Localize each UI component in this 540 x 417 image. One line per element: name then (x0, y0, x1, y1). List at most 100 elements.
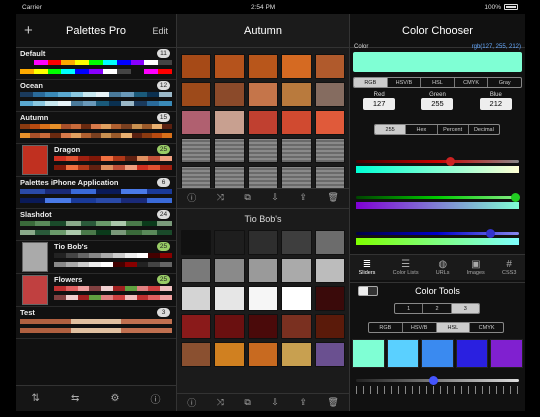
share-icon[interactable]: ⇪ (299, 397, 307, 408)
segment-option[interactable]: Decimal (469, 125, 499, 134)
swatch-count-segment[interactable]: 123 (394, 303, 480, 314)
info-icon[interactable]: ⓘ (187, 191, 196, 204)
palette-row[interactable]: Flowers 25 (16, 274, 176, 307)
tools-toggle[interactable] (358, 285, 378, 296)
autumn-swatch[interactable] (247, 110, 279, 135)
palette-row[interactable]: Default 11 (16, 48, 176, 80)
tool-swatch[interactable] (352, 339, 385, 368)
tiobobs-swatch[interactable] (281, 314, 312, 339)
tiobobs-swatch[interactable] (214, 314, 245, 339)
palette-row[interactable]: Test 3 (16, 307, 176, 339)
segment-option[interactable]: RGB (354, 78, 388, 87)
tiobobs-swatch[interactable] (247, 258, 279, 283)
autumn-swatch[interactable] (281, 82, 312, 107)
tab-urls[interactable]: ◍ URLs (436, 259, 450, 276)
trash-icon[interactable]: 🗑 (327, 397, 338, 408)
segment-option[interactable]: HSV/B (388, 78, 422, 87)
segment-option[interactable]: 255 (375, 125, 407, 134)
autumn-swatch[interactable] (181, 54, 212, 79)
tool-swatch[interactable] (455, 339, 489, 368)
segment-option[interactable]: CMYK (455, 78, 489, 87)
tiobobs-swatch[interactable] (247, 230, 279, 255)
segment-option[interactable]: RGB (369, 323, 403, 332)
red-slider[interactable] (356, 157, 519, 166)
segment-option[interactable]: Hex (406, 125, 438, 134)
segment-option[interactable]: HSV/B (403, 323, 437, 332)
blue-slider-knob[interactable] (486, 229, 496, 238)
green-field[interactable]: 255 (421, 98, 454, 110)
autumn-swatch[interactable] (247, 138, 279, 163)
autumn-swatch[interactable] (214, 110, 245, 135)
value-format-segment[interactable]: 255 Hex Percent Decimal (374, 124, 500, 135)
tiobobs-swatch[interactable] (181, 314, 212, 339)
tiobobs-swatch[interactable] (247, 314, 279, 339)
tiobobs-swatch[interactable] (181, 342, 212, 367)
tools-mode-segment[interactable]: RGB HSV/B HSL CMYK (368, 322, 504, 333)
segment-option[interactable]: Gray (488, 78, 521, 87)
gear-icon[interactable]: ⚙ (110, 393, 119, 404)
autumn-swatch[interactable] (314, 110, 345, 135)
edit-button[interactable]: Edit (152, 26, 168, 36)
tools-slider[interactable] (356, 376, 519, 385)
green-slider[interactable] (356, 193, 520, 202)
shuffle-icon[interactable]: ⤨ (217, 397, 224, 408)
tab-css3[interactable]: # CSS3 (502, 259, 516, 276)
tiobobs-swatch[interactable] (214, 342, 245, 367)
swap-icon[interactable]: ⇆ (71, 393, 79, 404)
tool-swatch[interactable] (490, 339, 523, 368)
red-slider-knob[interactable] (445, 157, 455, 166)
segment-option[interactable]: 3 (451, 304, 479, 313)
sort-icon[interactable]: ⇅ (32, 393, 40, 404)
tiobobs-swatch[interactable] (314, 286, 345, 311)
autumn-swatch[interactable] (314, 54, 345, 79)
color-mode-segment[interactable]: RGB HSV/B HSL CMYK Gray (353, 77, 522, 88)
copy-icon[interactable]: ⧉ (244, 397, 250, 408)
tool-swatch[interactable] (386, 339, 420, 368)
palette-row[interactable]: Autumn 15 (16, 112, 176, 144)
tiobobs-swatch[interactable] (247, 286, 279, 311)
add-button[interactable]: + (24, 22, 33, 39)
autumn-swatch[interactable] (181, 82, 212, 107)
segment-option[interactable]: CMYK (470, 323, 503, 332)
tiobobs-swatch[interactable] (281, 286, 312, 311)
blue-field[interactable]: 212 (479, 98, 512, 110)
autumn-swatch[interactable] (181, 138, 212, 163)
tools-slider-knob[interactable] (429, 376, 439, 385)
palette-row[interactable]: Tio Bob's 25 (16, 241, 176, 274)
autumn-swatch[interactable] (181, 110, 212, 135)
tool-swatch[interactable] (421, 339, 454, 368)
palette-row[interactable]: Dragon 25 (16, 144, 176, 177)
tiobobs-swatch[interactable] (281, 258, 312, 283)
autumn-swatch[interactable] (214, 82, 245, 107)
tiobobs-swatch[interactable] (281, 342, 312, 367)
tiobobs-swatch[interactable] (181, 258, 212, 283)
shuffle-icon[interactable]: ⤨ (217, 192, 224, 203)
segment-option[interactable]: Percent (438, 125, 469, 134)
tiobobs-swatch[interactable] (314, 342, 345, 367)
autumn-swatch[interactable] (281, 138, 312, 163)
tiobobs-swatch[interactable] (214, 286, 245, 311)
autumn-swatch[interactable] (214, 138, 245, 163)
sort-icon[interactable]: ⇩ (271, 397, 279, 408)
tab-sliders[interactable]: ≣ Sliders (359, 259, 376, 276)
red-field[interactable]: 127 (363, 98, 396, 110)
tiobobs-swatch[interactable] (314, 314, 345, 339)
help-icon[interactable]: ⓘ (150, 391, 160, 406)
sort-icon[interactable]: ⇩ (271, 192, 279, 203)
tiobobs-swatch[interactable] (281, 230, 312, 255)
segment-option[interactable]: 2 (423, 304, 452, 313)
autumn-swatch[interactable] (247, 82, 279, 107)
tiobobs-swatch[interactable] (214, 258, 245, 283)
share-icon[interactable]: ⇪ (299, 192, 307, 203)
tab-images[interactable]: ▣ Images (467, 259, 485, 276)
tiobobs-swatch[interactable] (314, 258, 345, 283)
palette-row[interactable]: Palettes iPhone Application 6 (16, 177, 176, 209)
info-icon[interactable]: ⓘ (187, 396, 196, 409)
autumn-swatch[interactable] (281, 54, 312, 79)
autumn-swatch[interactable] (214, 54, 245, 79)
autumn-swatch[interactable] (314, 138, 345, 163)
autumn-swatch[interactable] (247, 54, 279, 79)
palette-row[interactable]: Slashdot 24 (16, 209, 176, 241)
copy-icon[interactable]: ⧉ (244, 192, 250, 203)
segment-option[interactable]: 1 (395, 304, 424, 313)
